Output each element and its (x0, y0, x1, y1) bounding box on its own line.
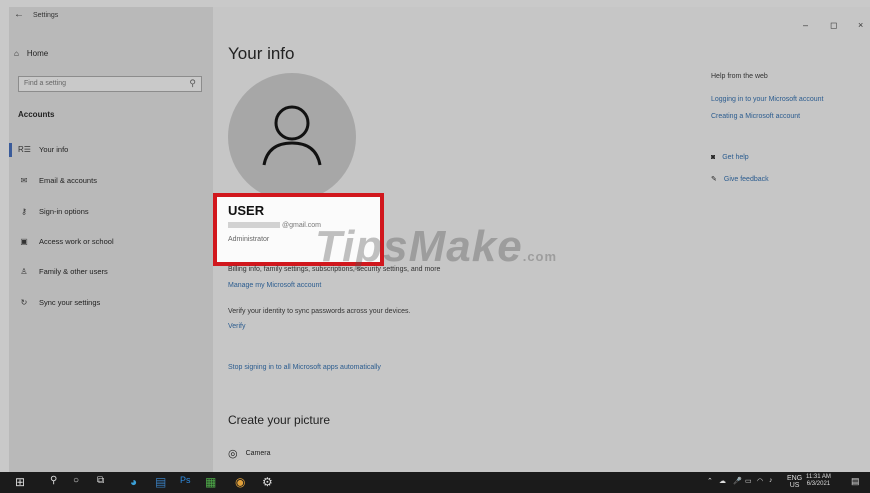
taskbar: ⊞ ⚲ ○ ⧉ ◕ ▤ Ps ▦ ◉ ⚙ ⌃ ☁ 🎤 ▭ ◠ ♪ ENG US 1… (0, 472, 870, 493)
volume-icon[interactable]: ♪ (769, 477, 773, 484)
battery-icon[interactable]: ▭ (745, 477, 752, 485)
email-redaction (228, 222, 280, 229)
camera-label: Camera (245, 450, 271, 457)
avatar (228, 73, 356, 201)
photoshop-icon[interactable]: Ps (180, 475, 191, 485)
key-icon: ⚷ (21, 207, 27, 216)
back-arrow-icon[interactable]: ← (14, 9, 24, 20)
accounts-section-label: Accounts (18, 110, 55, 119)
minimize-button[interactable]: – (803, 20, 808, 30)
person-icon (262, 105, 322, 166)
sidebar-item-sign-in-options[interactable]: ⚷ Sign-in options (18, 207, 89, 216)
briefcase-icon: ▣ (20, 237, 28, 246)
tray-chevron-icon[interactable]: ⌃ (707, 477, 713, 485)
sidebar-item-sync[interactable]: ↻ Sync your settings (18, 298, 101, 307)
home-label: Home (26, 49, 49, 58)
verify-description: Verify your identity to sync passwords a… (228, 308, 411, 315)
sidebar-item-label: Sync your settings (39, 298, 101, 307)
onedrive-icon[interactable]: ☁ (719, 477, 726, 485)
person-card-icon: R☰ (18, 145, 31, 154)
search-icon[interactable]: ⚲ (189, 78, 196, 89)
close-button[interactable]: × (858, 20, 863, 30)
language-indicator[interactable]: ENG US (787, 475, 802, 489)
settings-search-input[interactable]: Find a setting ⚲ (18, 76, 202, 92)
sidebar-item-access-work[interactable]: ▣ Access work or school (18, 237, 114, 246)
chat-help-icon: ◙ (711, 154, 716, 161)
page-title: Your info (228, 44, 295, 63)
sidebar-item-your-info[interactable]: R☰ Your info (18, 145, 68, 154)
notification-icon[interactable]: ▤ (851, 476, 860, 487)
selected-indicator (9, 143, 12, 157)
get-help-link[interactable]: ◙ Get help (711, 154, 749, 161)
wifi-icon[interactable]: ◠ (757, 477, 763, 485)
sidebar-item-email-accounts[interactable]: ✉ Email & accounts (18, 176, 97, 185)
spreadsheet-icon[interactable]: ▦ (205, 475, 216, 489)
help-link-logging-in[interactable]: Logging in to your Microsoft account (711, 96, 823, 103)
feedback-icon: ✎ (711, 176, 717, 183)
clock[interactable]: 11:31 AM 6/3/2021 (806, 474, 831, 488)
lang-top: ENG (787, 475, 803, 482)
camera-icon: ◎ (228, 448, 238, 460)
home-link[interactable]: ⌂ Home (14, 49, 48, 58)
watermark: TipsMake.com (315, 222, 557, 272)
sidebar-item-label: Family & other users (39, 267, 108, 276)
user-role: Administrator (228, 236, 270, 243)
chrome-icon[interactable]: ◉ (235, 475, 245, 489)
camera-option[interactable]: ◎ Camera (228, 447, 271, 460)
watermark-suffix: .com (522, 249, 558, 264)
help-title: Help from the web (711, 73, 768, 80)
maximize-button[interactable]: ◻ (830, 20, 837, 31)
create-picture-heading: Create your picture (228, 413, 331, 427)
clock-time: 11:31 AM (806, 474, 831, 480)
window-title: Settings (33, 12, 59, 19)
stop-signing-in-link[interactable]: Stop signing in to all Microsoft apps au… (228, 364, 381, 371)
user-email: @gmail.com (228, 222, 321, 229)
get-help-label: Get help (722, 154, 749, 161)
cortana-icon[interactable]: ○ (73, 475, 79, 486)
user-name: USER (228, 203, 265, 218)
sidebar-item-label: Access work or school (39, 237, 114, 246)
sidebar-item-label: Sign-in options (39, 207, 89, 216)
verify-link[interactable]: Verify (228, 323, 246, 330)
start-windows-icon[interactable]: ⊞ (15, 475, 25, 489)
lang-bottom: US (789, 482, 800, 489)
help-link-creating-account[interactable]: Creating a Microsoft account (711, 113, 800, 120)
sidebar-item-label: Your info (39, 145, 69, 154)
search-placeholder: Find a setting (24, 80, 67, 87)
billing-description: Billing info, family settings, subscript… (228, 266, 441, 273)
mic-icon[interactable]: 🎤 (733, 477, 742, 485)
people-icon: ♙ (20, 267, 28, 276)
search-icon[interactable]: ⚲ (50, 475, 57, 486)
edge-icon[interactable]: ◕ (130, 475, 137, 489)
settings-gear-icon[interactable]: ⚙ (262, 475, 273, 489)
clock-date: 6/3/2021 (806, 481, 831, 487)
settings-window: ← Settings ⌂ Home Find a setting ⚲ Accou… (0, 0, 870, 493)
feedback-label: Give feedback (723, 175, 769, 183)
home-icon: ⌂ (14, 49, 19, 58)
store-icon[interactable]: ▤ (155, 475, 166, 489)
watermark-text: TipsMake (315, 222, 523, 271)
give-feedback-link[interactable]: ✎ Give feedback (711, 175, 769, 184)
task-view-icon[interactable]: ⧉ (97, 475, 104, 486)
sidebar-item-family[interactable]: ♙ Family & other users (18, 267, 108, 276)
sidebar-item-label: Email & accounts (39, 176, 97, 185)
sync-icon: ↻ (20, 298, 28, 307)
email-icon: ✉ (20, 176, 28, 185)
manage-account-link[interactable]: Manage my Microsoft account (228, 282, 321, 289)
